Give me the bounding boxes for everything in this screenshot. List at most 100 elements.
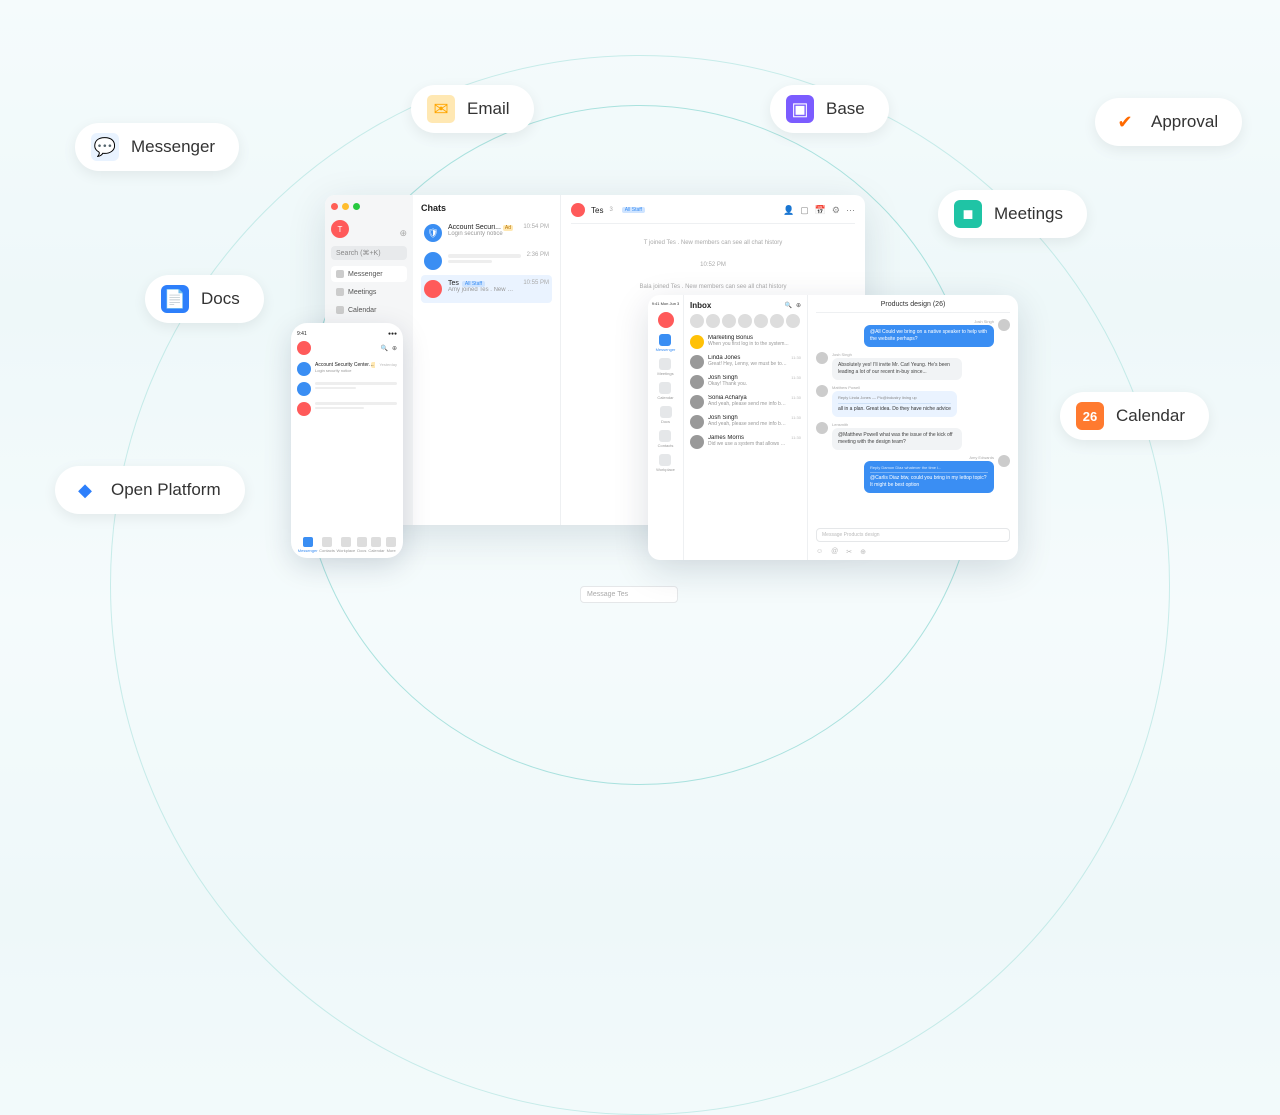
staff-badge: All Staff — [622, 207, 645, 213]
system-time: 10:52 PM — [571, 262, 855, 268]
chat-panel: Products design (26) Josh Singh@All Coul… — [808, 295, 1018, 560]
chat-row[interactable]: 2:36 PM — [421, 247, 552, 275]
avatar — [816, 352, 828, 364]
pill-open-platform[interactable]: ◆ Open Platform — [55, 466, 245, 514]
pill-email[interactable]: ✉ Email — [411, 85, 534, 133]
pill-meetings[interactable]: ■ Meetings — [938, 190, 1087, 238]
inbox-title: Inbox — [690, 301, 711, 310]
inbox-row[interactable]: Josh SinghAnd yeah, please send me info … — [690, 412, 801, 432]
tab-more[interactable]: More — [386, 537, 396, 553]
group-avatar — [424, 280, 442, 298]
avatar — [690, 435, 704, 449]
rail-messenger[interactable]: Messenger — [656, 334, 676, 352]
inbox-row[interactable]: Josh SinghOkay! Thank you.11:30 — [690, 372, 801, 392]
member-icon[interactable]: 👤 — [783, 205, 794, 216]
user-avatar[interactable] — [658, 312, 674, 328]
message-input[interactable]: Message Products design — [816, 528, 1010, 542]
inbox-panel: Inbox 🔍 ⊕ Marketing BonusWhen you first l… — [684, 295, 808, 560]
user-avatar[interactable] — [297, 341, 311, 355]
avatar — [690, 375, 704, 389]
phone-mockup: 9:41●●● 🔍 ⊕ Account Security CenterAd Lo… — [291, 323, 403, 558]
compose-icon[interactable]: ⊕ — [399, 228, 407, 239]
list-item[interactable] — [297, 399, 397, 419]
chats-list: Chats 🛡 Account Securi...Ad Login securi… — [413, 195, 561, 525]
approval-icon: ✔ — [1111, 108, 1139, 136]
tablet-rail: 9:41 Mon Jun 3 Messenger Meetings Calend… — [648, 295, 684, 560]
chat-header: Tes 3 All Staff 👤 ▢ 📅 ⚙ ⋯ — [571, 203, 855, 224]
video-icon[interactable]: ▢ — [800, 205, 809, 216]
message-bubble[interactable]: Absolutely yes! I'll invite Mr. Carl Yeu… — [832, 358, 962, 380]
search-icon[interactable]: 🔍 — [380, 345, 387, 352]
status-bar: 9:41●●● — [297, 331, 397, 337]
rail-workplace[interactable]: Workplace — [656, 454, 675, 472]
settings-icon[interactable]: ⚙ — [832, 205, 840, 216]
inbox-row[interactable]: Sonia AcharyaAnd yeah, please send me in… — [690, 392, 801, 412]
avatar[interactable] — [706, 314, 720, 328]
nav-meetings[interactable]: Meetings — [331, 284, 407, 300]
pill-label: Approval — [1151, 112, 1218, 132]
calendar-icon[interactable]: 📅 — [815, 205, 826, 216]
tab-calendar[interactable]: Calendar — [368, 537, 384, 553]
avatar[interactable] — [722, 314, 736, 328]
more-icon[interactable]: ⋯ — [846, 205, 855, 216]
mention-icon[interactable]: @ — [831, 548, 838, 556]
scissors-icon[interactable]: ✂ — [846, 548, 852, 556]
tab-workplace[interactable]: Workplace — [336, 537, 355, 553]
attach-icon[interactable]: ⊕ — [860, 548, 866, 556]
chat-title: Products design (26) — [816, 301, 1010, 313]
message-row: Amy Edwards Reply Damon Diaz whatever th… — [816, 455, 1010, 494]
rail-docs[interactable]: Docs — [660, 406, 672, 424]
avatar — [816, 385, 828, 397]
nav-calendar[interactable]: Calendar — [331, 302, 407, 318]
bot-icon — [297, 382, 311, 396]
message-row: Josh Singh@All Could we bring on a nativ… — [816, 319, 1010, 347]
pill-docs[interactable]: 📄 Docs — [145, 275, 264, 323]
search-input[interactable]: Search (⌘+K) — [331, 246, 407, 260]
nav-messenger[interactable]: Messenger — [331, 266, 407, 282]
message-bubble[interactable]: @All Could we bring on a native speaker … — [864, 325, 994, 347]
face-row — [690, 314, 801, 328]
add-icon[interactable]: ⊕ — [796, 303, 801, 309]
inbox-row[interactable]: Marketing BonusWhen you first log in to … — [690, 332, 801, 352]
pill-calendar[interactable]: 26 Calendar — [1060, 392, 1209, 440]
tab-messenger[interactable]: Messenger — [298, 537, 318, 553]
tab-contacts[interactable]: Contacts — [319, 537, 335, 553]
inbox-row[interactable]: Linda JonesGreat! Hey, Lenny, we must be… — [690, 352, 801, 372]
avatar[interactable] — [690, 314, 704, 328]
chats-title: Chats — [421, 203, 552, 213]
inbox-row[interactable]: James MorrisDid we use a system that all… — [690, 432, 801, 452]
emoji-icon[interactable]: ☺ — [816, 548, 823, 556]
rail-meetings[interactable]: Meetings — [657, 358, 673, 376]
list-item[interactable]: Account Security CenterAd Login security… — [297, 359, 397, 379]
message-bubble[interactable]: Reply Linda Jones — Pic@industry lining … — [832, 391, 957, 417]
avatar — [690, 355, 704, 369]
avatar[interactable] — [738, 314, 752, 328]
message-bubble[interactable]: Reply Damon Diaz whatever the time i... … — [864, 461, 994, 494]
member-count: 3 — [609, 207, 612, 213]
pill-base[interactable]: ▣ Base — [770, 85, 889, 133]
avatar[interactable] — [786, 314, 800, 328]
tablet-mockup: 9:41 Mon Jun 3 Messenger Meetings Calend… — [648, 295, 1018, 560]
list-item[interactable] — [297, 379, 397, 399]
rail-contacts[interactable]: Contacts — [658, 430, 674, 448]
base-icon: ▣ — [786, 95, 814, 123]
avatar[interactable] — [770, 314, 784, 328]
search-icon[interactable]: 🔍 — [784, 303, 791, 309]
pill-messenger[interactable]: 💬 Messenger — [75, 123, 239, 171]
window-controls[interactable] — [331, 203, 407, 210]
rail-calendar[interactable]: Calendar — [657, 382, 673, 400]
chat-row-selected[interactable]: TesAll Staff Amy joined Tes . New me... … — [421, 275, 552, 303]
avatar — [998, 319, 1010, 331]
pill-label: Messenger — [131, 137, 215, 157]
tab-docs[interactable]: Docs — [357, 537, 367, 553]
message-input[interactable]: Message Tes — [580, 586, 678, 603]
email-icon: ✉ — [427, 95, 455, 123]
avatar[interactable] — [754, 314, 768, 328]
message-bubble[interactable]: @Matthew Powell what was the issue of th… — [832, 428, 962, 450]
chat-row[interactable]: 🛡 Account Securi...Ad Login security not… — [421, 219, 552, 247]
avatar — [998, 455, 1010, 467]
pill-approval[interactable]: ✔ Approval — [1095, 98, 1242, 146]
add-icon[interactable]: ⊕ — [392, 345, 397, 352]
bot-icon — [424, 252, 442, 270]
user-avatar[interactable]: T — [331, 220, 349, 238]
